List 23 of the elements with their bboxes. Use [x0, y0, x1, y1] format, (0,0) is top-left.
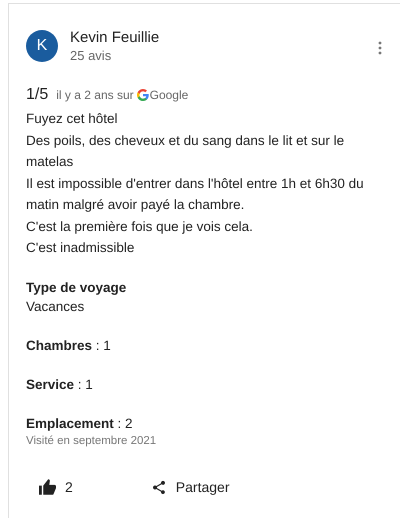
review-date: il y a 2 ans sur — [56, 88, 134, 102]
review-count: 25 avis — [70, 48, 112, 64]
share-icon — [150, 478, 167, 496]
author-name[interactable]: Kevin Feuillie — [70, 28, 160, 48]
avatar[interactable]: K — [26, 30, 58, 62]
visit-date: Visité en septembre 2021 — [26, 434, 156, 446]
category-rating: Chambres : 1 — [26, 336, 111, 354]
review-text: C'est inadmissible — [26, 239, 136, 257]
like-button[interactable]: 2 — [26, 474, 86, 500]
google-logo-icon — [136, 89, 149, 101]
review-text: Des poils, des cheveux et du sang dans le lit et sur le matelas — [26, 132, 346, 171]
more-options-icon[interactable] — [378, 41, 382, 55]
share-button[interactable]: Partager — [138, 474, 242, 500]
thumbs-up-icon — [39, 479, 56, 495]
trip-type-label: Type de voyage — [26, 278, 126, 296]
rating-score: 1/5 — [26, 86, 48, 104]
category-rating: Emplacement : 2 — [26, 414, 133, 432]
review-text: Fuyez cet hôtel — [26, 110, 119, 128]
category-rating: Service : 1 — [26, 376, 93, 394]
trip-type-value: Vacances — [26, 298, 84, 316]
review-text: Il est impossible d'entrer dans l'hôtel entre 1h et 6h30 du matin malgré avoir payé la chambre. — [26, 174, 365, 214]
source-label: Google — [150, 88, 188, 102]
review-text: C'est la première fois que je vois cela. — [26, 218, 254, 236]
